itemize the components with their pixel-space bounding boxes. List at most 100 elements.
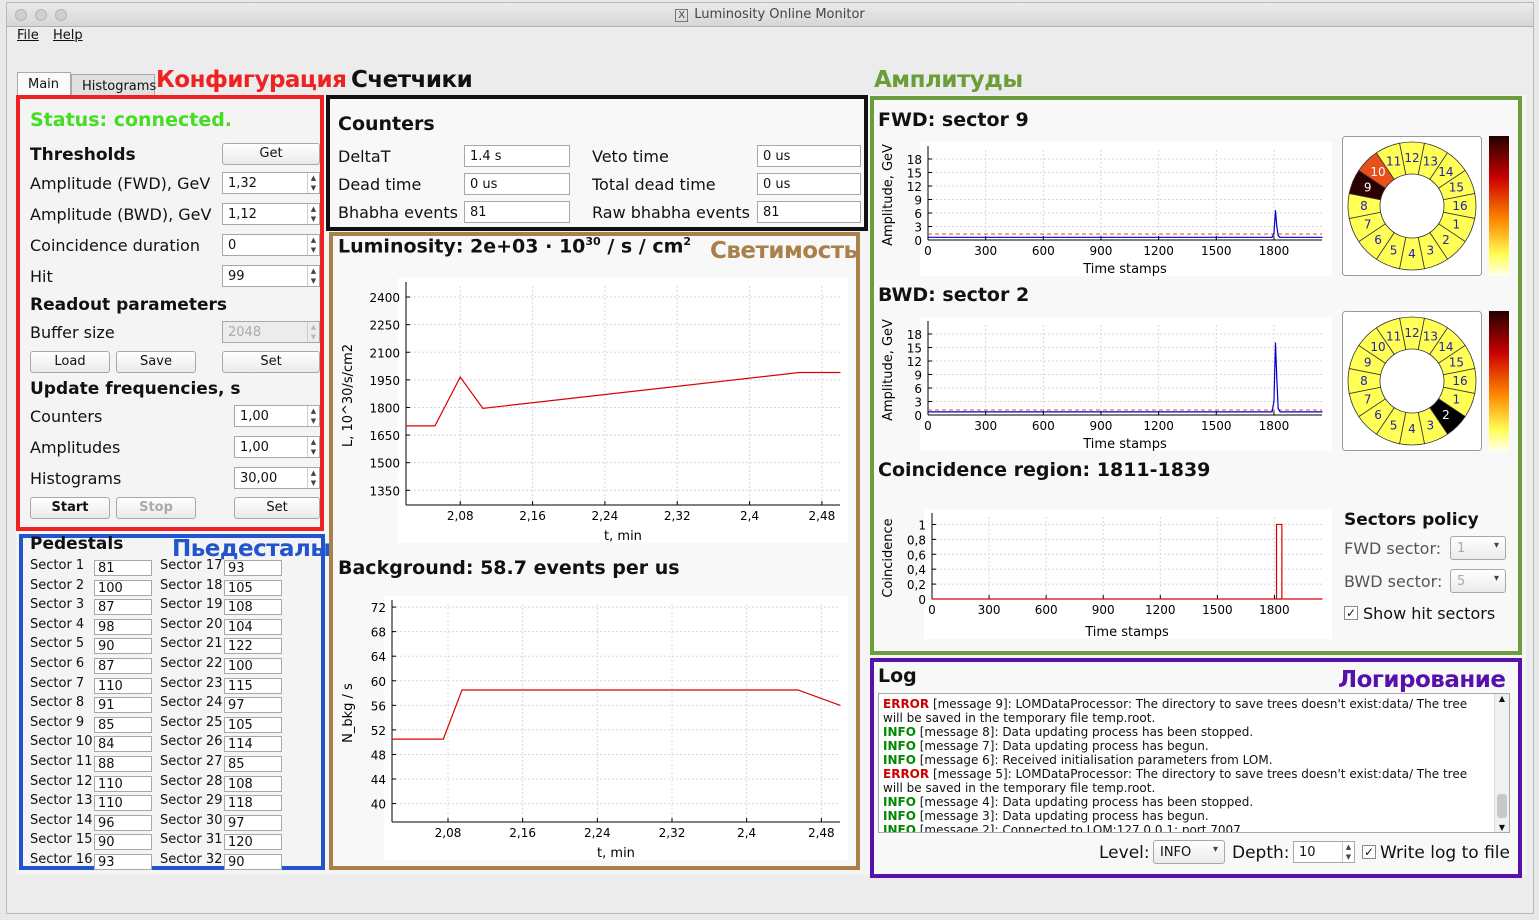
pedestal-field[interactable]: 105 bbox=[224, 579, 282, 596]
series-point bbox=[1276, 378, 1278, 380]
coinc-spinbox[interactable]: 0 ▲ ▼ bbox=[222, 234, 320, 256]
log-level-tag: INFO bbox=[883, 725, 916, 739]
write-log-label[interactable]: Write log to file bbox=[1380, 843, 1510, 863]
pedestal-field[interactable]: 96 bbox=[94, 814, 152, 831]
sector-label: 6 bbox=[1374, 233, 1382, 247]
pedestal-field[interactable]: 105 bbox=[224, 716, 282, 733]
pedestal-field[interactable]: 97 bbox=[224, 814, 282, 831]
write-log-checkbox[interactable]: ✓ bbox=[1362, 845, 1376, 859]
amp-bwd-spinbox[interactable]: 1,12 ▲ ▼ bbox=[222, 203, 320, 225]
log-entry: INFO [message 8]: Data updating process … bbox=[883, 725, 1489, 739]
start-button[interactable]: Start bbox=[30, 497, 110, 519]
pedestal-field[interactable]: 90 bbox=[224, 854, 282, 870]
fwd-sector-value: 1 bbox=[1457, 541, 1466, 556]
scroll-up-icon[interactable]: ▲ bbox=[1495, 694, 1509, 703]
series-point bbox=[1274, 210, 1277, 212]
histograms-freq-spinbox[interactable]: 30,00 ▲ ▼ bbox=[234, 467, 320, 489]
spin-arrows-icon[interactable]: ▲ ▼ bbox=[307, 173, 319, 193]
pedestal-field[interactable]: 104 bbox=[224, 618, 282, 635]
pedestal-field[interactable]: 93 bbox=[224, 560, 282, 576]
set-readout-button[interactable]: Set bbox=[222, 351, 320, 373]
deltat-field: 1.4 s bbox=[464, 145, 570, 167]
series-point bbox=[798, 371, 800, 374]
series-point bbox=[434, 425, 436, 427]
pedestal-field[interactable]: 110 bbox=[94, 795, 152, 812]
get-thresholds-button[interactable]: Get bbox=[222, 143, 320, 165]
pedestal-field[interactable]: 97 bbox=[224, 697, 282, 714]
amp-fwd-spinbox[interactable]: 1,32 ▲ ▼ bbox=[222, 172, 320, 194]
x-tick-label: 0 bbox=[924, 244, 932, 258]
pedestal-field[interactable]: 98 bbox=[94, 618, 152, 635]
spin-arrows-icon[interactable]: ▲ ▼ bbox=[307, 406, 319, 426]
log-level-tag: ERROR bbox=[883, 767, 930, 781]
pedestal-field[interactable]: 85 bbox=[224, 756, 282, 772]
pedestal-field[interactable]: 91 bbox=[94, 697, 152, 714]
sector-label: 1 bbox=[1453, 217, 1461, 231]
pedestal-field[interactable]: 115 bbox=[224, 677, 282, 694]
pedestal-field[interactable]: 100 bbox=[224, 658, 282, 674]
save-button[interactable]: Save bbox=[116, 351, 196, 373]
y-tick-label: 48 bbox=[371, 748, 386, 762]
load-button[interactable]: Load bbox=[30, 351, 110, 373]
set-update-button[interactable]: Set bbox=[234, 497, 320, 519]
log-entry: ERROR [message 9]: LOMDataProcessor: The… bbox=[883, 697, 1489, 711]
x-tick-label: 1200 bbox=[1143, 244, 1174, 258]
pedestal-field[interactable]: 88 bbox=[94, 756, 152, 772]
counters-freq-spinbox[interactable]: 1,00 ▲ ▼ bbox=[234, 405, 320, 427]
menu-file[interactable]: File bbox=[17, 28, 39, 43]
log-depth-spinbox[interactable]: 10 ▲ ▼ bbox=[1293, 841, 1355, 863]
pedestal-field[interactable]: 118 bbox=[224, 795, 282, 812]
menu-help[interactable]: Help bbox=[53, 28, 83, 43]
y-tick-label: 52 bbox=[371, 724, 386, 738]
pedestal-field[interactable]: 120 bbox=[224, 834, 282, 851]
spin-arrows-icon[interactable]: ▲ ▼ bbox=[1342, 842, 1354, 862]
pedestal-field[interactable]: 93 bbox=[94, 854, 152, 870]
log-depth-label: Depth: bbox=[1232, 843, 1290, 863]
show-hit-checkbox[interactable]: ✓ bbox=[1344, 606, 1358, 620]
sector-label: 3 bbox=[1427, 243, 1435, 257]
pedestal-field[interactable]: 85 bbox=[94, 716, 152, 733]
log-scroll-thumb[interactable] bbox=[1497, 794, 1507, 818]
pedestal-label: Sector 18 bbox=[160, 577, 223, 593]
buffer-value: 2048 bbox=[228, 325, 262, 340]
log-text-area[interactable]: ERROR [message 9]: LOMDataProcessor: The… bbox=[878, 693, 1510, 833]
spin-arrows-icon[interactable]: ▲ ▼ bbox=[307, 468, 319, 488]
pedestal-field[interactable]: 114 bbox=[224, 736, 282, 753]
y-axis-label: Coincidence bbox=[881, 518, 896, 597]
log-level-tag: INFO bbox=[883, 753, 916, 767]
sector-label: 13 bbox=[1423, 330, 1438, 344]
hit-spinbox[interactable]: 99 ▲ ▼ bbox=[222, 265, 320, 287]
pedestal-label: Sector 3 bbox=[30, 597, 85, 613]
pedestal-field[interactable]: 100 bbox=[94, 579, 152, 596]
pedestal-field[interactable]: 90 bbox=[94, 834, 152, 851]
spin-arrows-icon[interactable]: ▲ ▼ bbox=[307, 204, 319, 224]
pedestal-field[interactable]: 110 bbox=[94, 775, 152, 792]
coinc-label: Coincidence duration bbox=[30, 236, 200, 255]
log-scrollbar[interactable]: ▲ ▼ bbox=[1494, 694, 1509, 832]
pedestal-field[interactable]: 87 bbox=[94, 658, 152, 674]
total-dead-field: 0 us bbox=[757, 173, 861, 195]
sector-label: 13 bbox=[1423, 155, 1438, 169]
title-bar: X Luminosity Online Monitor bbox=[7, 3, 1533, 27]
log-level-select[interactable]: INFO ▾ bbox=[1153, 840, 1225, 864]
pedestal-field[interactable]: 122 bbox=[224, 638, 282, 655]
pedestal-field[interactable]: 108 bbox=[224, 599, 282, 616]
pedestal-field[interactable]: 90 bbox=[94, 638, 152, 655]
thresholds-heading: Thresholds bbox=[30, 145, 136, 165]
fwd-sector-wheel: 12 131415161234567891011 bbox=[1342, 136, 1482, 276]
y-tick-label: 40 bbox=[371, 798, 386, 812]
spin-arrows-icon[interactable]: ▲ ▼ bbox=[307, 437, 319, 457]
tab-main[interactable]: Main bbox=[17, 72, 71, 96]
pedestal-field[interactable]: 87 bbox=[94, 599, 152, 616]
pedestal-field[interactable]: 110 bbox=[94, 677, 152, 694]
pedestal-field[interactable]: 84 bbox=[94, 736, 152, 753]
spin-arrows-icon[interactable]: ▲ ▼ bbox=[307, 235, 319, 255]
pedestal-field[interactable]: 81 bbox=[94, 560, 152, 576]
pedestal-field[interactable]: 108 bbox=[224, 775, 282, 792]
pedestal-label: Sector 11 bbox=[30, 754, 93, 769]
show-hit-label[interactable]: Show hit sectors bbox=[1363, 604, 1495, 623]
spin-arrows-icon[interactable]: ▲ ▼ bbox=[307, 266, 319, 286]
y-tick-label: 3 bbox=[914, 221, 922, 235]
scroll-down-icon[interactable]: ▼ bbox=[1495, 823, 1509, 832]
amplitudes-freq-spinbox[interactable]: 1,00 ▲ ▼ bbox=[234, 436, 320, 458]
